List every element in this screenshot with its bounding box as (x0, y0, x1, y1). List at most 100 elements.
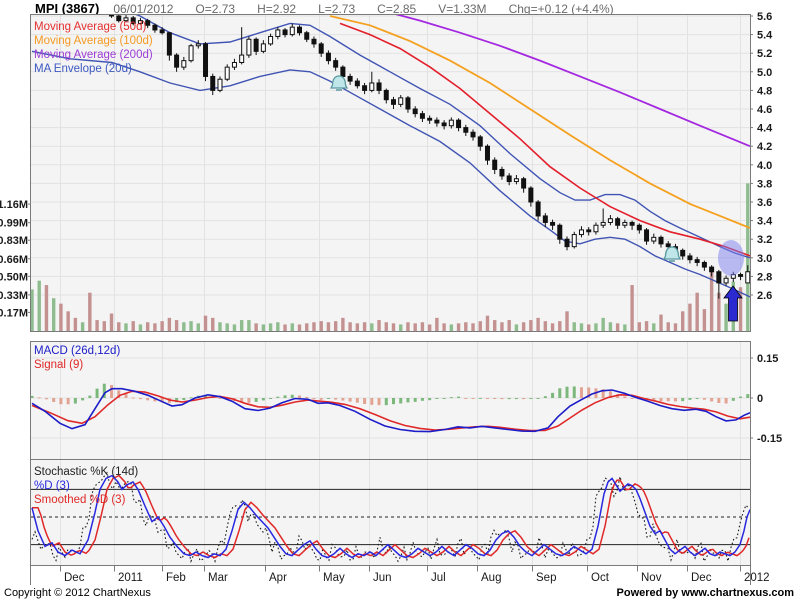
macd-histogram-bar (551, 393, 554, 398)
volume-bar (254, 323, 257, 331)
macd-histogram-bar (291, 395, 294, 398)
candle-body (608, 219, 612, 223)
candle-body (298, 27, 302, 33)
candle-body (710, 267, 714, 272)
volume-bar (226, 323, 229, 331)
candle-body (645, 230, 649, 241)
volume-bar (536, 318, 539, 331)
volume-bar (356, 323, 359, 331)
candle-body (73, 2, 77, 5)
macd-histogram-bar (710, 398, 713, 401)
macd-histogram-bar (52, 398, 55, 402)
candle-body (702, 262, 706, 267)
macd-histogram-bar (529, 398, 532, 399)
volume-bar (370, 323, 373, 331)
macd-histogram-bar (124, 394, 127, 398)
volume-tick-label: 0.99M (0, 218, 28, 230)
chart-canvas[interactable]: 5.65.45.25.04.84.64.44.24.03.83.63.43.23… (0, 0, 800, 600)
volume-bar (146, 322, 149, 331)
candle-body (493, 160, 497, 169)
volume-tick-label: 0.66M (0, 254, 28, 266)
candle-body (276, 30, 280, 37)
macd-histogram-bar (139, 398, 142, 399)
macd-histogram-bar (276, 397, 279, 398)
volume-bar (638, 322, 641, 331)
candle-body (543, 216, 547, 223)
candle-body (102, 7, 106, 11)
macd-histogram-bar (566, 387, 569, 398)
volume-bar (616, 323, 619, 331)
candle-body (160, 30, 164, 33)
candle-body (428, 118, 432, 120)
volume-bar (269, 323, 272, 331)
price-tick-label: 4.2 (757, 141, 772, 153)
highlight-ellipse (718, 240, 744, 276)
macd-tick-label: -0.15 (757, 433, 782, 445)
macd-histogram-bar (74, 398, 77, 404)
volume-bar (681, 311, 684, 331)
volume-bar (688, 304, 691, 331)
candle-body (746, 272, 750, 283)
macd-histogram-bar (334, 398, 337, 400)
candle-body (594, 225, 598, 232)
volume-bar (464, 322, 467, 331)
volume-bar (413, 323, 416, 331)
macd-histogram-bar (479, 398, 482, 399)
month-label: Dec (64, 572, 85, 584)
macd-histogram-bar (443, 398, 446, 399)
candle-body (449, 120, 453, 126)
macd-panel[interactable] (31, 342, 750, 460)
volume-bar (500, 322, 503, 331)
price-tick-label: 4.0 (757, 160, 772, 172)
chartnexus-window: MPI (3867) 06/01/2012 O=2.73 H=2.92 L=2.… (0, 0, 800, 600)
macd-histogram-bar (385, 398, 388, 405)
volume-bar (189, 321, 192, 331)
candle-body (211, 76, 215, 90)
macd-histogram-bar (500, 398, 503, 399)
macd-histogram-bar (558, 388, 561, 398)
month-label: Jul (431, 572, 446, 584)
volume-bar (95, 320, 98, 331)
volume-bar (110, 313, 113, 331)
candle-body (406, 98, 410, 109)
candle-body (37, 0, 41, 1)
candle-body (81, 3, 85, 5)
macd-histogram-bar (182, 398, 185, 400)
candle-body (399, 98, 403, 105)
candle-body (146, 21, 150, 26)
candle-body (254, 39, 258, 51)
candle-body (413, 109, 417, 114)
volume-bar (544, 321, 547, 331)
volume-bar (652, 323, 655, 331)
volume-bar (233, 324, 236, 331)
volume-bar (609, 322, 612, 331)
macd-histogram-bar (414, 398, 417, 402)
candle-body (695, 260, 699, 263)
candle-body (204, 44, 208, 77)
candle-body (66, 0, 70, 2)
candle-body (637, 225, 641, 230)
volume-bar (428, 324, 431, 331)
volume-bar (442, 323, 445, 331)
macd-histogram-bar (739, 397, 742, 398)
volume-bar (124, 323, 127, 331)
volume-bar (204, 316, 207, 331)
candle-body (623, 222, 627, 225)
volume-bar (103, 321, 106, 331)
candle-body (724, 278, 728, 283)
month-label: 2011 (118, 572, 143, 584)
volume-bar (291, 323, 294, 331)
price-tick-label: 5.2 (757, 48, 772, 60)
volume-bar (139, 324, 142, 331)
volume-bar (218, 322, 221, 331)
candle-body (558, 225, 562, 239)
macd-histogram-bar (537, 398, 540, 399)
volume-bar (667, 322, 670, 331)
candle-body (261, 44, 265, 51)
candle-body (138, 21, 142, 24)
candle-body (739, 275, 743, 277)
macd-histogram-bar (349, 398, 352, 402)
macd-histogram-bar (428, 398, 431, 400)
volume-bar (551, 323, 554, 331)
price-panel[interactable] (31, 15, 750, 331)
